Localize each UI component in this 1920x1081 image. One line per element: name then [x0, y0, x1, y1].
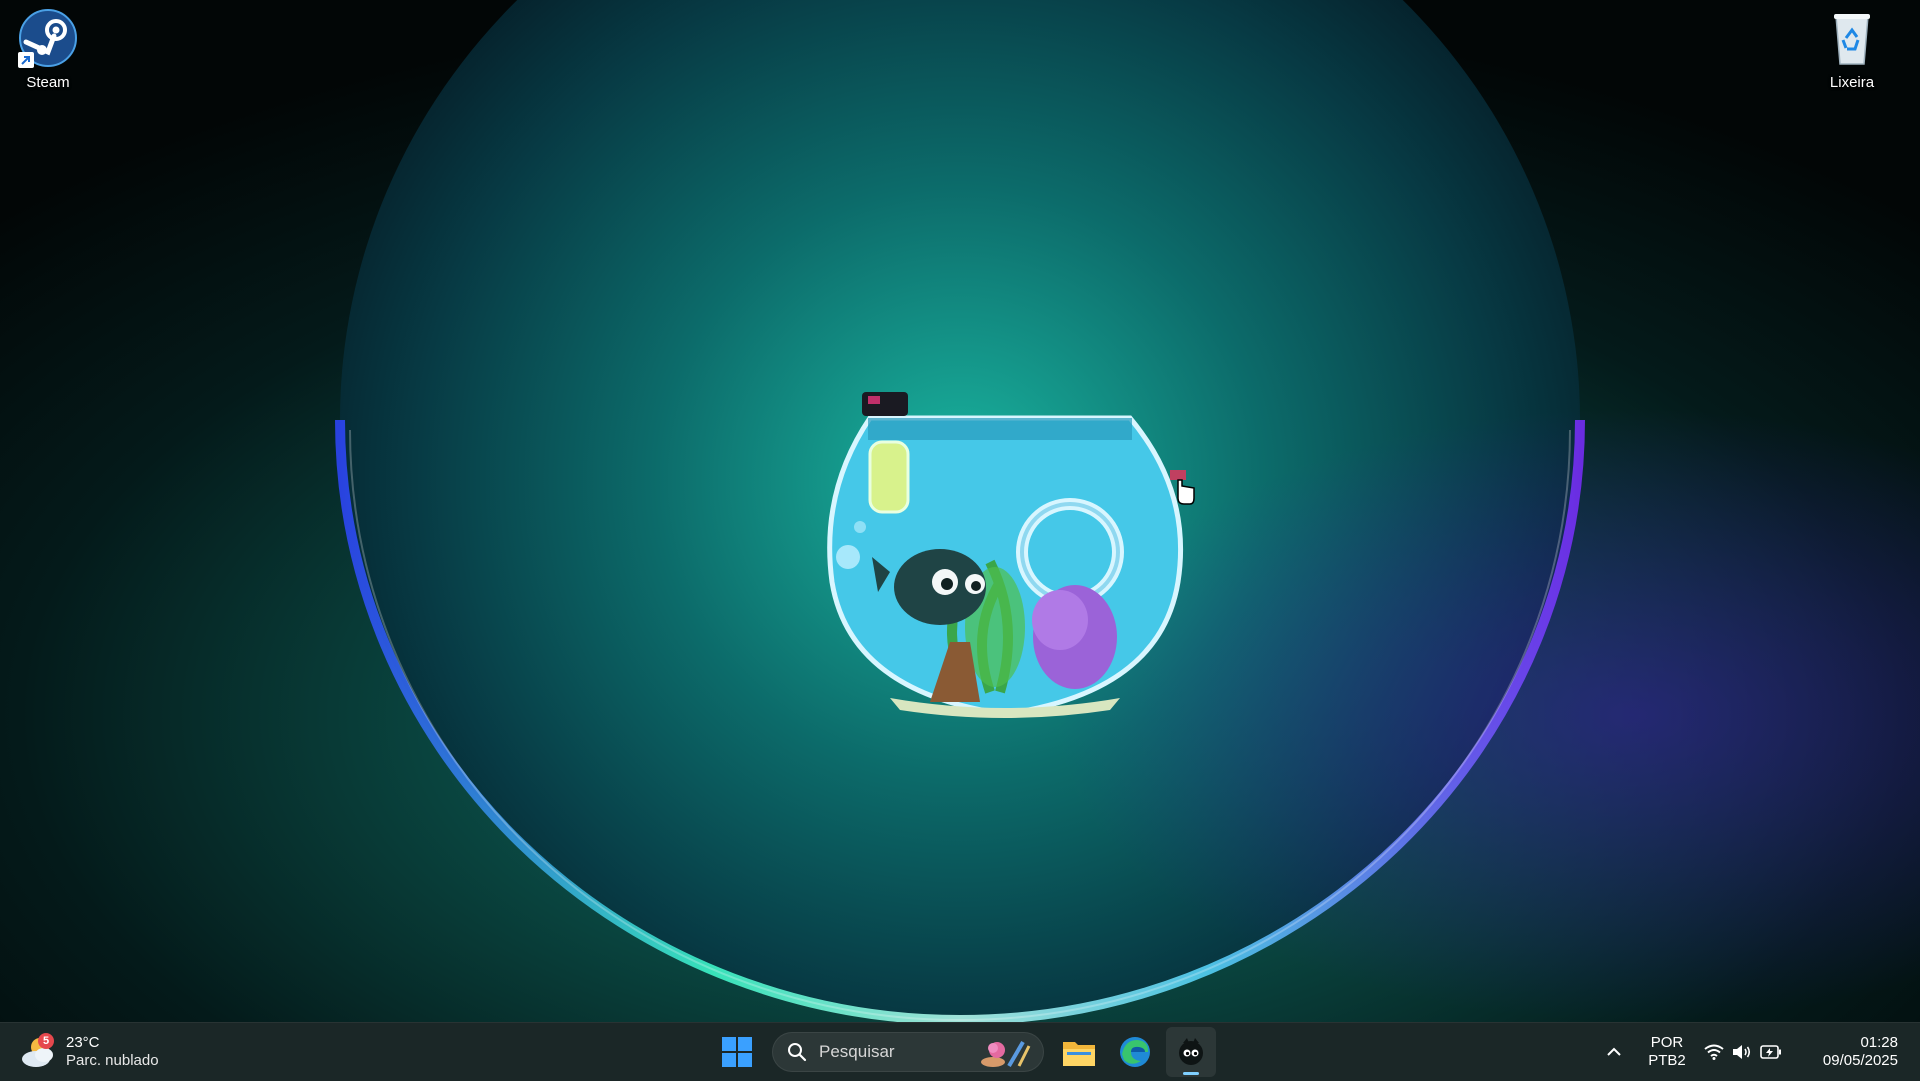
taskbar-app-file-explorer[interactable] — [1054, 1027, 1104, 1077]
language-indicator[interactable]: POR PTB2 — [1636, 1032, 1698, 1072]
weather-text: 23°C Parc. nublado — [66, 1034, 159, 1070]
active-app-indicator — [1183, 1072, 1199, 1075]
volume-icon — [1732, 1044, 1752, 1060]
quick-settings-button[interactable] — [1698, 1032, 1788, 1072]
aquarium-icon[interactable] — [820, 392, 1190, 722]
weather-temperature: 23°C — [66, 1034, 159, 1052]
search-icon — [787, 1042, 807, 1062]
file-explorer-icon — [1063, 1038, 1095, 1066]
shortcut-arrow-icon — [18, 52, 34, 68]
clock-time: 01:28 — [1860, 1034, 1898, 1052]
windows-start-icon — [722, 1037, 752, 1067]
desktop-icon-recycle-bin[interactable]: Lixeira — [1804, 0, 1900, 96]
wifi-icon — [1704, 1044, 1724, 1060]
show-hidden-icons-button[interactable] — [1592, 1032, 1636, 1072]
chevron-up-icon — [1606, 1047, 1622, 1057]
hand-cursor-icon — [1168, 470, 1196, 506]
keyboard-layout: PTB2 — [1648, 1052, 1686, 1070]
weather-condition: Parc. nublado — [66, 1052, 159, 1070]
desktop-icon-steam[interactable]: Steam — [0, 0, 96, 96]
steam-icon — [18, 8, 78, 68]
battery-charging-icon — [1760, 1045, 1782, 1059]
system-tray: POR PTB2 01:28 09/05/2025 — [1592, 1027, 1920, 1077]
fish-app-icon — [1177, 1038, 1205, 1066]
weather-widget[interactable]: 5 23°C Parc. nublado — [20, 1029, 159, 1075]
start-button[interactable] — [712, 1027, 762, 1077]
search-box[interactable]: Pesquisar — [772, 1032, 1044, 1072]
taskbar-app-fish[interactable] — [1166, 1027, 1216, 1077]
desktop-icon-label: Steam — [26, 74, 69, 91]
edge-browser-icon — [1119, 1036, 1151, 1068]
recycle-bin-icon — [1822, 8, 1882, 68]
taskbar-center: Pesquisar — [712, 1027, 1216, 1077]
search-highlight-icon — [979, 1036, 1033, 1068]
taskbar-app-edge[interactable] — [1110, 1027, 1160, 1077]
clock[interactable]: 01:28 09/05/2025 — [1788, 1032, 1920, 1072]
partly-cloudy-icon: 5 — [20, 1033, 58, 1071]
clock-date: 09/05/2025 — [1823, 1052, 1898, 1070]
search-placeholder: Pesquisar — [819, 1042, 967, 1062]
desktop-icon-label: Lixeira — [1830, 74, 1874, 91]
taskbar: 5 23°C Parc. nublado Pesquisar — [0, 1022, 1920, 1081]
language-code: POR — [1651, 1034, 1684, 1052]
desktop: Steam Lixeira — [0, 0, 1920, 1022]
weather-alert-badge: 5 — [38, 1033, 54, 1049]
